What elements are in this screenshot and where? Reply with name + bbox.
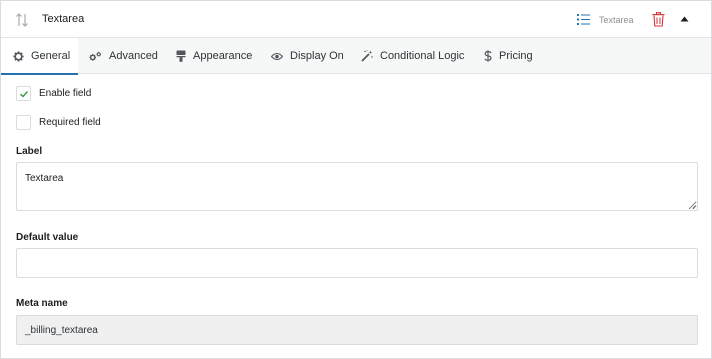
gear-icon	[13, 50, 24, 62]
tab-advanced-label: Advanced	[109, 50, 158, 62]
sort-arrows-icon[interactable]	[15, 12, 29, 28]
field-title: Textarea	[42, 13, 85, 25]
meta-name-input[interactable]: _billing_textarea	[16, 315, 698, 345]
default-value-input[interactable]	[16, 248, 698, 278]
tab-conditional-logic-label: Conditional Logic	[380, 50, 465, 62]
label-field-label: Label	[16, 146, 43, 157]
tab-appearance-label: Appearance	[193, 50, 253, 62]
list-icon	[577, 14, 590, 25]
meta-name-label: Meta name	[16, 298, 68, 309]
tab-appearance[interactable]: Appearance	[176, 38, 252, 74]
checkmark-icon	[20, 90, 29, 97]
resize-grip-icon[interactable]	[689, 202, 696, 209]
magic-wand-icon	[361, 50, 373, 62]
field-tabs: General Advanced Appearance Display On C…	[1, 38, 711, 75]
field-header[interactable]: Textarea Textarea	[1, 1, 711, 38]
caret-up-icon[interactable]	[680, 16, 689, 22]
enable-field-checkbox[interactable]	[16, 85, 31, 101]
tab-display-on-label: Display On	[290, 50, 344, 62]
field-panel: Textarea Textarea General Advanced Appea…	[0, 0, 712, 359]
tab-general-label: General	[31, 50, 71, 62]
label-textarea[interactable]: Textarea	[16, 162, 698, 211]
trash-icon[interactable]	[652, 12, 665, 27]
enable-field-row[interactable]: Enable field	[16, 85, 91, 101]
field-type-label: Textarea	[599, 15, 634, 25]
tab-conditional-logic[interactable]: Conditional Logic	[361, 38, 464, 74]
tab-pricing-label: Pricing	[499, 50, 533, 62]
required-field-label: Required field	[39, 116, 101, 128]
enable-field-label: Enable field	[39, 87, 92, 99]
paint-roller-icon	[176, 50, 186, 62]
default-value-label: Default value	[16, 232, 79, 243]
eye-icon	[271, 52, 283, 60]
tab-display-on[interactable]: Display On	[271, 38, 344, 74]
required-field-row[interactable]: Required field	[16, 114, 101, 130]
tab-pricing[interactable]: Pricing	[484, 38, 533, 74]
tab-general[interactable]: General	[1, 38, 78, 75]
dollar-icon	[484, 50, 492, 62]
required-field-checkbox[interactable]	[16, 114, 31, 130]
gears-icon	[89, 51, 101, 61]
tab-advanced[interactable]: Advanced	[89, 38, 158, 74]
